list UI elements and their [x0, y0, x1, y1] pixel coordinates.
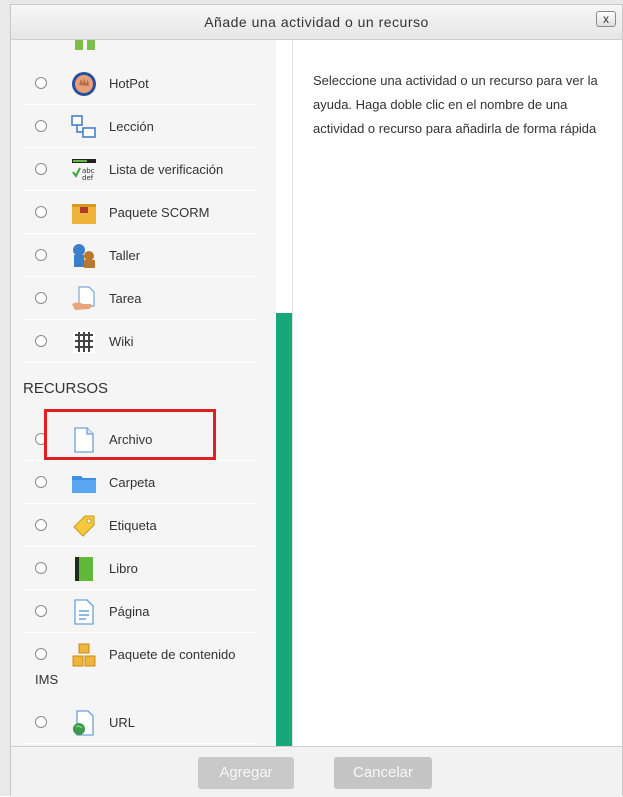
wiki-icon — [73, 331, 95, 353]
activity-label: Lección — [109, 119, 154, 134]
resource-label: URL — [109, 715, 136, 730]
radio-libro[interactable] — [35, 562, 47, 574]
activity-row-tarea[interactable]: Tarea — [23, 277, 259, 320]
resource-label: Página — [109, 604, 150, 619]
label-tag-icon — [73, 515, 95, 537]
resource-row-libro[interactable]: Libro — [23, 547, 259, 590]
activity-row-scorm[interactable]: Paquete SCORM — [23, 191, 259, 234]
close-button[interactable]: x — [596, 11, 616, 27]
help-text: Seleccione una actividad o un recurso pa… — [313, 73, 598, 136]
radio-taller[interactable] — [35, 249, 47, 261]
activity-row-lista[interactable]: abc def Lista de verificación — [23, 148, 259, 191]
resource-row-carpeta[interactable]: Carpeta — [23, 461, 259, 504]
radio-scorm[interactable] — [35, 206, 47, 218]
radio-wiki[interactable] — [35, 335, 47, 347]
radio-pagina[interactable] — [35, 605, 47, 617]
add-activity-dialog: Añade una actividad o un recurso x HotPo… — [10, 4, 623, 797]
activity-row-wiki[interactable]: Wiki — [23, 320, 259, 363]
resource-label-ims-suffix: IMS — [35, 672, 59, 687]
dialog-titlebar: Añade una actividad o un recurso x — [11, 5, 622, 40]
ims-package-icon — [72, 643, 96, 667]
highlight-annotation — [44, 409, 216, 460]
page-icon — [74, 599, 94, 625]
assignment-icon — [72, 286, 95, 310]
resource-row-url[interactable]: URL — [23, 701, 259, 744]
activity-label: Taller — [109, 248, 141, 263]
radio-leccion[interactable] — [35, 120, 47, 132]
book-icon — [75, 557, 93, 581]
resource-label: Libro — [109, 561, 138, 576]
activity-row-hotpot[interactable]: HotPot — [23, 62, 259, 105]
activity-label: HotPot — [109, 76, 149, 91]
lesson-icon — [71, 115, 96, 138]
url-icon — [73, 710, 94, 736]
resources-heading: RECURSOS — [23, 380, 109, 397]
scorm-package-icon — [72, 204, 96, 224]
activity-label: Paquete SCORM — [109, 205, 210, 220]
activity-row-taller[interactable]: Taller — [23, 234, 259, 277]
resource-row-pagina[interactable]: Página — [23, 590, 259, 633]
activity-row-leccion[interactable]: Lección — [23, 105, 259, 148]
add-button[interactable]: Agregar — [198, 757, 294, 789]
panel-divider — [292, 40, 293, 746]
svg-text:def: def — [82, 174, 94, 182]
resource-label: Etiqueta — [109, 518, 157, 533]
workshop-icon — [73, 244, 95, 268]
radio-tarea[interactable] — [35, 292, 47, 304]
folder-icon — [72, 476, 96, 493]
radio-url[interactable] — [35, 716, 47, 728]
activity-label: Tarea — [109, 291, 142, 306]
radio-etiqueta[interactable] — [35, 519, 47, 531]
scroll-accent-bar — [276, 313, 292, 746]
radio-hotpot[interactable] — [35, 77, 47, 89]
resource-label: Paquete de contenido — [109, 647, 236, 662]
cancel-button[interactable]: Cancelar — [334, 757, 432, 789]
checklist-icon: abc def — [72, 159, 96, 182]
resource-row-etiqueta[interactable]: Etiqueta — [23, 504, 259, 547]
resource-row-ims[interactable]: Paquete de contenido — [23, 633, 259, 675]
dialog-footer: Agregar Cancelar — [11, 746, 622, 797]
radio-carpeta[interactable] — [35, 476, 47, 488]
activity-label: Lista de verificación — [109, 162, 224, 177]
resource-label: Carpeta — [109, 475, 156, 490]
radio-lista[interactable] — [35, 163, 47, 175]
module-chooser-list[interactable]: HotPot Lección abc def Lista de verifica… — [11, 40, 276, 746]
dialog-title: Añade una actividad o un recurso — [204, 14, 429, 30]
hotpot-icon — [72, 72, 96, 96]
radio-ims[interactable] — [35, 648, 47, 660]
activity-label: Wiki — [109, 334, 134, 349]
cut-off-icon — [75, 40, 95, 50]
